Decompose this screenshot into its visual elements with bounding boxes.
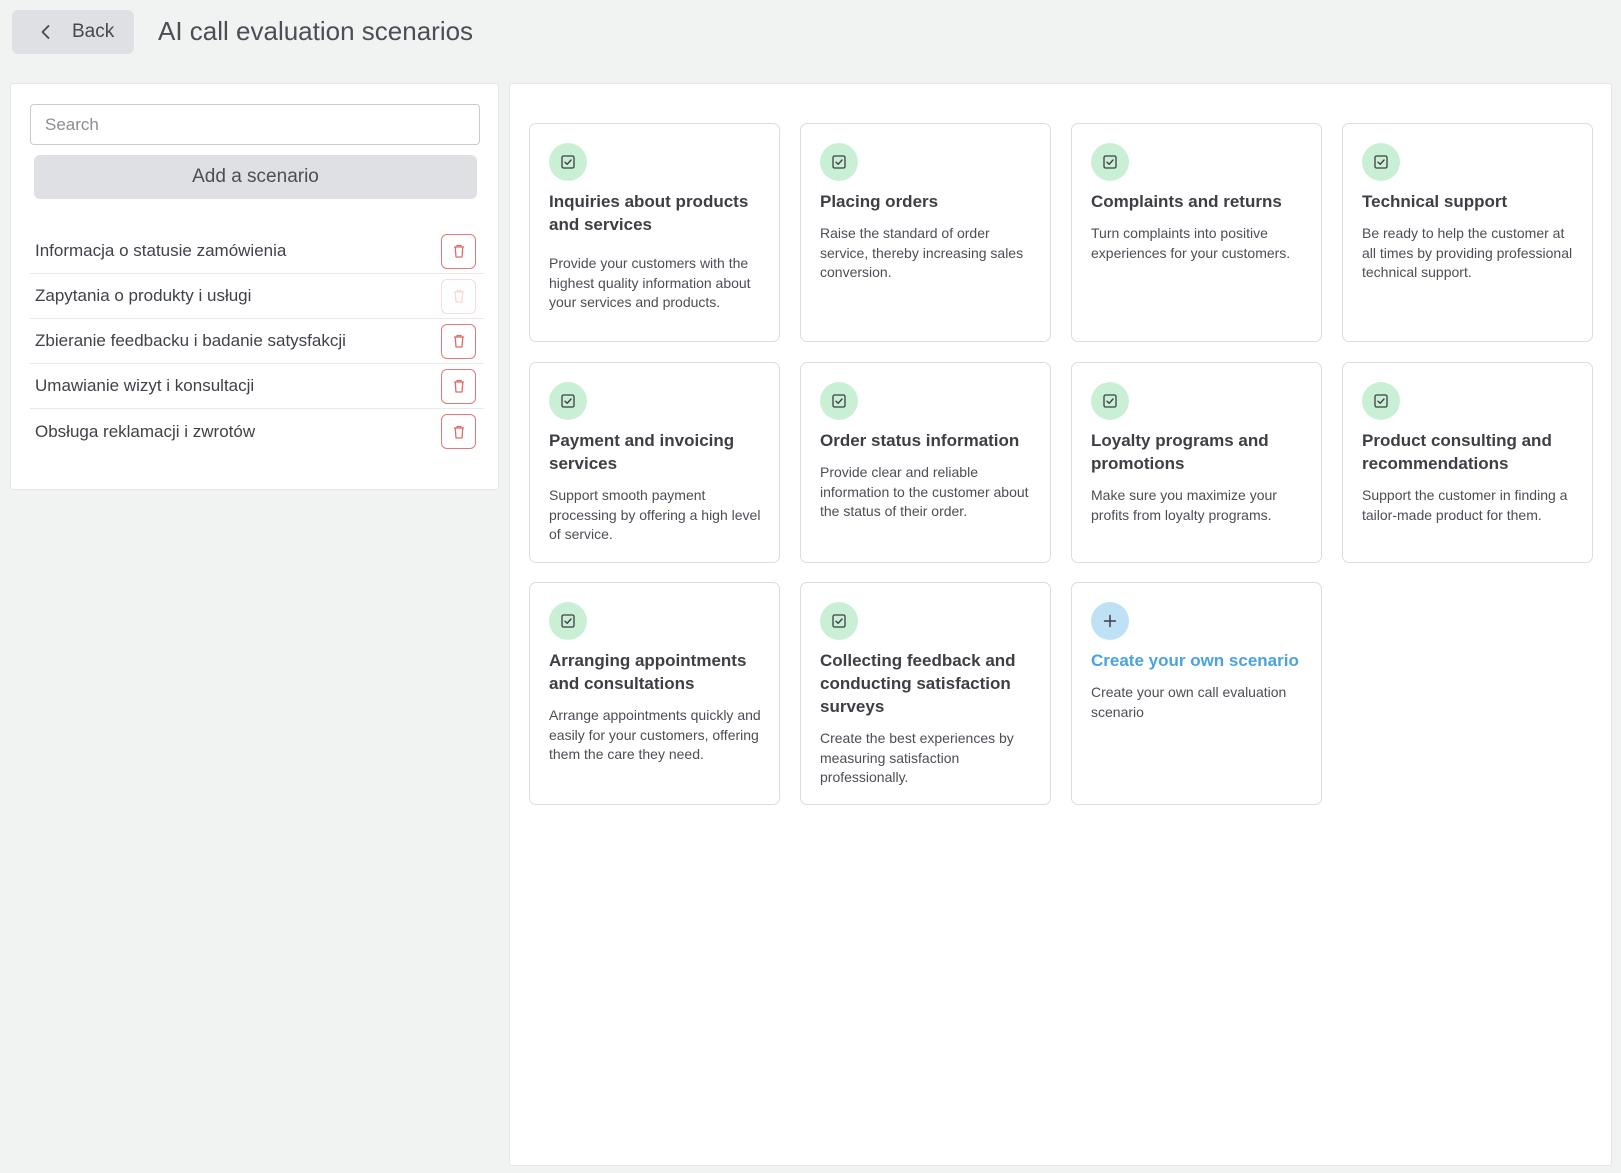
check-square-icon (1362, 143, 1400, 181)
add-scenario-button[interactable]: Add a scenario (34, 155, 477, 199)
scenario-template-card[interactable]: Product consulting and recommendations S… (1342, 362, 1593, 563)
chevron-left-icon (41, 25, 50, 39)
card-title: Loyalty programs and promotions (1091, 431, 1269, 473)
plus-icon (1091, 602, 1129, 640)
check-square-icon (1091, 382, 1129, 420)
delete-scenario-button[interactable] (441, 368, 476, 404)
scenario-template-card[interactable]: Order status information Provide clear a… (800, 362, 1051, 563)
delete-scenario-button[interactable] (441, 323, 476, 359)
page-title: AI call evaluation scenarios (158, 16, 474, 46)
scenario-template-card[interactable]: Payment and invoicing services Support s… (529, 362, 780, 563)
scenario-label: Zbieranie feedbacku i badanie satysfakcj… (35, 331, 346, 350)
check-square-icon (1091, 143, 1129, 181)
card-description: Support smooth payment processing by off… (549, 487, 761, 542)
card-description: Provide your customers with the highest … (549, 255, 751, 310)
trash-icon (453, 289, 464, 303)
card-description: Raise the standard of order service, the… (820, 225, 1024, 280)
check-square-icon (820, 382, 858, 420)
card-description: Provide clear and reliable information t… (820, 464, 1029, 519)
card-title: Create your own scenario (1091, 651, 1299, 670)
check-square-icon (820, 143, 858, 181)
check-square-icon (820, 602, 858, 640)
scenario-label: Informacja o statusie zamówienia (35, 241, 287, 260)
check-square-icon (1362, 382, 1400, 420)
scenario-list: Informacja o statusie zamówienia Zapytan… (30, 229, 484, 454)
card-title: Order status information (820, 431, 1020, 450)
card-title: Arranging appointments and consultations (549, 651, 747, 693)
scenario-label: Obsługa reklamacji i zwrotów (35, 421, 256, 441)
create-own-scenario-card[interactable]: Create your own scenario Create your own… (1071, 582, 1322, 805)
page-header: Back AI call evaluation scenarios (0, 0, 1621, 72)
scenario-sidebar: Add a scenario Informacja o statusie zam… (10, 83, 499, 490)
card-title: Technical support (1362, 192, 1508, 211)
card-title: Product consulting and recommendations (1362, 431, 1552, 473)
card-description: Create the best experiences by measuring… (820, 730, 1014, 785)
scenario-list-item[interactable]: Informacja o statusie zamówienia (30, 229, 484, 274)
card-title: Inquiries about products and services (549, 192, 749, 234)
scenario-label: Umawianie wizyt i konsultacji (35, 376, 255, 395)
scenario-template-card[interactable]: Inquiries about products and services Pr… (529, 123, 780, 342)
card-title: Collecting feedback and conducting satis… (820, 651, 1016, 716)
scenario-label: Zapytania o produkty i usługi (35, 286, 252, 305)
card-description: Arrange appointments quickly and easily … (549, 707, 761, 762)
trash-icon (453, 425, 464, 439)
scenario-template-card[interactable]: Complaints and returns Turn complaints i… (1071, 123, 1322, 342)
card-description: Support the customer in finding a tailor… (1362, 487, 1568, 523)
card-description: Be ready to help the customer at all tim… (1362, 225, 1573, 280)
delete-scenario-button (441, 278, 476, 314)
scenario-list-item[interactable]: Obsługa reklamacji i zwrotów (30, 409, 484, 454)
scenario-template-card[interactable]: Collecting feedback and conducting satis… (800, 582, 1051, 805)
back-button-label: Back (72, 21, 115, 42)
delete-scenario-button[interactable] (441, 414, 476, 449)
trash-icon (453, 379, 464, 393)
scenario-template-card[interactable]: Loyalty programs and promotions Make sur… (1071, 362, 1322, 563)
scenario-template-card[interactable]: Technical support Be ready to help the c… (1342, 123, 1593, 342)
delete-scenario-button[interactable] (441, 233, 476, 269)
check-square-icon (549, 143, 587, 181)
trash-icon (453, 244, 464, 258)
card-description: Create your own call evaluation scenario (1091, 684, 1287, 720)
scenario-list-item[interactable]: Umawianie wizyt i konsultacji (30, 364, 484, 409)
card-title: Complaints and returns (1091, 192, 1282, 211)
scenario-list-item[interactable]: Zbieranie feedbacku i badanie satysfakcj… (30, 319, 484, 364)
check-square-icon (549, 602, 587, 640)
card-title: Payment and invoicing services (549, 431, 735, 473)
card-description: Turn complaints into positive experience… (1091, 225, 1291, 261)
card-description: Make sure you maximize your profits from… (1091, 487, 1277, 523)
trash-icon (453, 334, 464, 348)
scenario-templates-panel: Inquiries about products and services Pr… (509, 83, 1612, 1166)
scenario-list-item[interactable]: Zapytania o produkty i usługi (30, 274, 484, 319)
scenario-template-card[interactable]: Placing orders Raise the standard of ord… (800, 123, 1051, 342)
scenario-template-card[interactable]: Arranging appointments and consultations… (529, 582, 780, 805)
check-square-icon (549, 382, 587, 420)
back-button[interactable]: Back (12, 10, 134, 54)
card-title: Placing orders (820, 192, 939, 211)
search-input[interactable] (30, 104, 480, 145)
